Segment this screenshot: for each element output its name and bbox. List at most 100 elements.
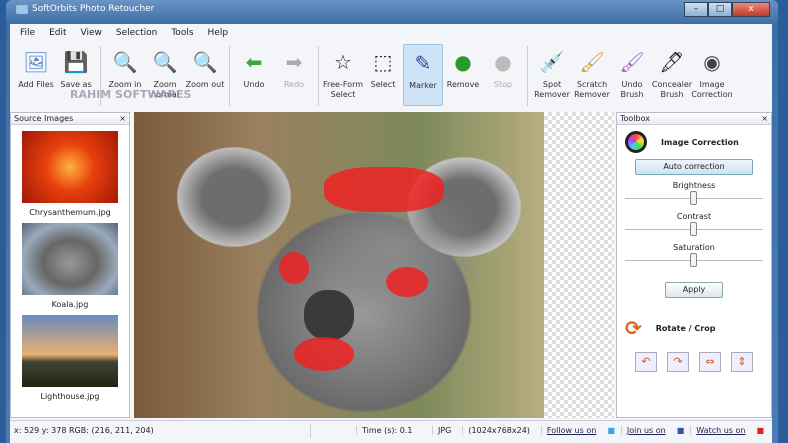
- thumbnail-label: Chrysanthemum.jpg: [29, 208, 111, 217]
- dimensions-info: (1024x768x24): [462, 426, 535, 435]
- slider-thumb[interactable]: [690, 253, 697, 267]
- spot-remover-button[interactable]: 💉 Spot Remover: [532, 44, 572, 106]
- toolbar-label: Zoom out: [185, 80, 225, 89]
- thumbnail-koala[interactable]: [22, 223, 118, 295]
- concealer-brush-icon: 🖋: [659, 50, 685, 74]
- thumbnail-lighthouse[interactable]: [22, 315, 118, 387]
- marker-selection: [294, 337, 354, 371]
- toolbar-label: Undo Brush: [620, 80, 644, 99]
- twitter-link[interactable]: Follow us on: [540, 426, 601, 435]
- toolbar-label: Image Correction: [691, 80, 733, 99]
- toolbar-label: Add Files: [18, 80, 54, 89]
- slider-thumb[interactable]: [690, 191, 697, 205]
- flip-horizontal-button[interactable]: ⇔: [699, 352, 721, 372]
- save-icon: 💾: [63, 50, 89, 74]
- brightness-label: Brightness: [672, 181, 716, 190]
- image-correction-icon: [625, 131, 647, 153]
- toolbar-separator: [318, 46, 319, 106]
- format-info: JPG: [432, 426, 456, 435]
- scratch-remover-button[interactable]: 🖌 Scratch Remover: [572, 44, 612, 106]
- free-form-select-button[interactable]: ☆ Free-Form Select: [323, 44, 363, 106]
- marker-icon: ✎: [414, 51, 432, 75]
- image-canvas[interactable]: [134, 112, 544, 418]
- toolbar-label: Spot Remover: [534, 80, 570, 99]
- contrast-slider[interactable]: [625, 221, 763, 237]
- facebook-link[interactable]: Join us on: [620, 426, 671, 435]
- redo-button[interactable]: ➡ Redo: [274, 44, 314, 106]
- marker-selection: [279, 252, 309, 284]
- menu-tools[interactable]: Tools: [171, 28, 193, 38]
- twitter-icon[interactable]: ■: [607, 426, 615, 435]
- cursor-info: x: 529 y: 378 RGB: (216, 211, 204): [14, 426, 154, 435]
- status-bar: x: 529 y: 378 RGB: (216, 211, 204) Time …: [10, 420, 772, 440]
- toolbar: 🖼 Add Files 💾 Save as 🔍 Zoom in 🔍 Zoom normal 🔍 Z…: [10, 44, 772, 112]
- time-info: Time (s): 0.1: [356, 426, 426, 435]
- concealer-brush-button[interactable]: 🖋 Concealer Brush: [652, 44, 692, 106]
- marker-selection: [324, 167, 444, 212]
- marker-selection: [386, 267, 428, 297]
- zoom-in-icon: 🔍: [112, 50, 138, 74]
- spot-remover-icon: 💉: [539, 50, 565, 74]
- section-title: Rotate / Crop: [655, 323, 716, 333]
- rotate-icon: ⟳: [625, 316, 642, 340]
- apply-button[interactable]: Apply: [665, 282, 723, 298]
- close-button[interactable]: x: [732, 2, 770, 17]
- facebook-icon[interactable]: ■: [677, 426, 685, 435]
- remove-button[interactable]: ● Remove: [443, 44, 483, 106]
- scratch-remover-icon: 🖌: [579, 50, 605, 74]
- stop-button[interactable]: ● Stop: [483, 44, 523, 106]
- marker-button[interactable]: ✎ Marker: [403, 44, 443, 106]
- minimize-button[interactable]: –: [684, 2, 708, 17]
- rotate-left-button[interactable]: ↶: [635, 352, 657, 372]
- koala-nose: [304, 290, 354, 340]
- undo-brush-icon: 🖌: [619, 50, 645, 74]
- toolbar-label: Select: [370, 80, 396, 89]
- toolbar-label: Scratch Remover: [574, 80, 610, 99]
- zoom-out-icon: 🔍: [192, 50, 218, 74]
- canvas-background: [544, 112, 614, 418]
- toolbar-label: Remove: [446, 80, 480, 89]
- maximize-button[interactable]: □: [708, 2, 732, 17]
- menu-view[interactable]: View: [81, 28, 102, 38]
- undo-icon: ⬅: [245, 50, 263, 74]
- youtube-link[interactable]: Watch us on: [690, 426, 750, 435]
- thumbnail-label: Koala.jpg: [51, 300, 89, 309]
- window-title: SoftOrbits Photo Retoucher: [32, 4, 155, 14]
- select-button[interactable]: ⬚ Select: [363, 44, 403, 106]
- zoom-normal-icon: 🔍: [152, 50, 178, 74]
- undo-brush-button[interactable]: 🖌 Undo Brush: [612, 44, 652, 106]
- watermark: RAHIM SOFTWARES: [70, 88, 192, 101]
- image-correction-button[interactable]: ◉ Image Correction: [691, 44, 733, 106]
- stop-icon: ●: [494, 50, 512, 74]
- menu-help[interactable]: Help: [208, 28, 229, 38]
- toolbar-label: Concealer Brush: [651, 80, 693, 99]
- section-title: Image Correction: [661, 137, 739, 147]
- undo-button[interactable]: ⬅ Undo: [234, 44, 274, 106]
- source-images-panel: Source Images × Chrysanthemum.jpg Koala.j…: [10, 112, 130, 418]
- brightness-slider[interactable]: [625, 190, 763, 206]
- freeform-select-icon: ☆: [334, 50, 352, 74]
- app-window: SoftOrbits Photo Retoucher – □ x File Ed…: [6, 0, 778, 443]
- auto-correction-button[interactable]: Auto correction: [635, 159, 753, 175]
- app-icon: [16, 4, 28, 14]
- saturation-slider[interactable]: [625, 252, 763, 268]
- toolbar-separator: [527, 46, 528, 106]
- add-files-button[interactable]: 🖼 Add Files: [16, 44, 56, 106]
- flip-vertical-button[interactable]: ⇕: [731, 352, 753, 372]
- thumbnail-chrysanthemum[interactable]: [22, 131, 118, 203]
- close-panel-icon[interactable]: ×: [119, 114, 126, 123]
- toolbar-label: Free-Form Select: [323, 80, 364, 99]
- menu-edit[interactable]: Edit: [49, 28, 66, 38]
- slider-thumb[interactable]: [690, 222, 697, 236]
- menu-selection[interactable]: Selection: [116, 28, 157, 38]
- contrast-label: Contrast: [676, 212, 712, 221]
- remove-icon: ●: [454, 50, 472, 74]
- rotate-right-button[interactable]: ↷: [667, 352, 689, 372]
- saturation-label: Saturation: [673, 243, 715, 252]
- youtube-icon[interactable]: ■: [756, 426, 764, 435]
- menu-file[interactable]: File: [20, 28, 35, 38]
- toolbar-label: Marker: [409, 81, 437, 90]
- close-panel-icon[interactable]: ×: [761, 114, 768, 123]
- menu-bar: File Edit View Selection Tools Help: [10, 24, 772, 42]
- title-bar: SoftOrbits Photo Retoucher: [16, 4, 154, 14]
